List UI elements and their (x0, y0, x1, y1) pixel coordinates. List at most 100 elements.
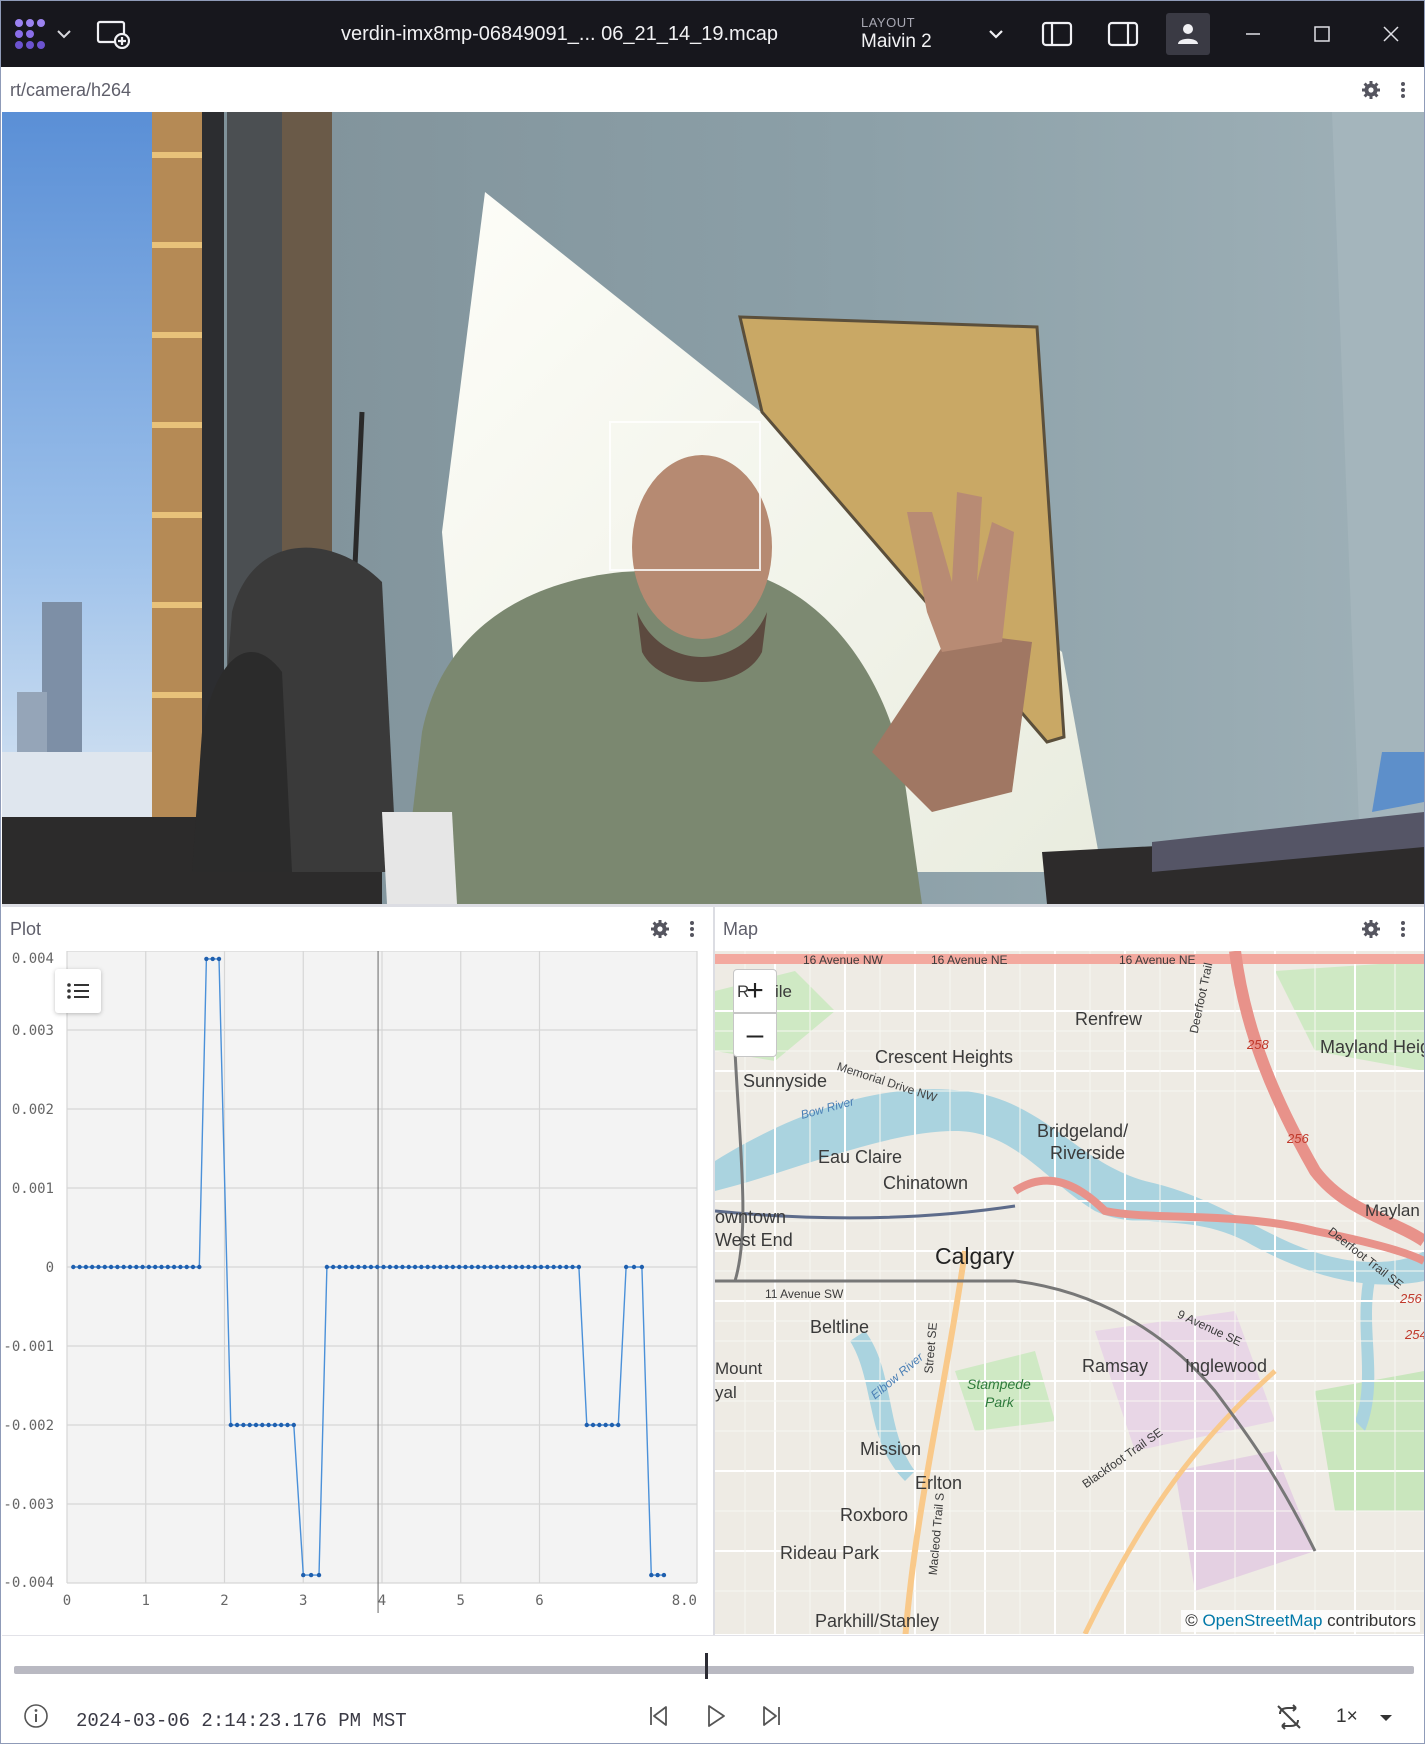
data-point (419, 1264, 424, 1270)
data-point (121, 1264, 126, 1270)
data-point (253, 1422, 259, 1428)
map-label: 16 Avenue NE (931, 953, 1008, 967)
chevron-down-icon[interactable] (55, 25, 73, 43)
data-point (96, 1264, 101, 1270)
user-icon[interactable] (1166, 13, 1210, 55)
data-point (387, 1264, 393, 1270)
map-label: 256 (1400, 1291, 1422, 1306)
x-tick-label: 0 (63, 1593, 71, 1609)
map-label: Ramsay (1082, 1356, 1149, 1376)
title-bar: verdin-imx8mp-06849091_... 06_21_14_19.m… (1, 1, 1424, 67)
data-point (538, 1264, 544, 1270)
data-point (134, 1264, 139, 1270)
y-tick-label: 0.004 (12, 951, 54, 967)
data-point (343, 1264, 348, 1270)
data-point (609, 1422, 615, 1428)
data-point (463, 1264, 468, 1270)
camera-image[interactable] (2, 112, 1424, 904)
gear-icon[interactable] (1360, 79, 1382, 101)
gear-icon[interactable] (1360, 918, 1382, 940)
y-tick-label: 0 (46, 1260, 54, 1276)
camera-topic-label: rt/camera/h264 (10, 79, 132, 100)
data-point (570, 1264, 575, 1270)
timeline-scrubber[interactable] (14, 1666, 1414, 1674)
layout-label: LAYOUT (861, 15, 916, 30)
plot-svg[interactable]: 0.004 0.003 0.002 0.001 0 -0.001 -0.002 -0.003 -… (2, 950, 713, 1634)
plot-title: Plot (10, 918, 42, 939)
map-view[interactable]: + – ile R Renfrew Mayland Heigh Crescent… (715, 951, 1424, 1634)
data-point (412, 1264, 418, 1270)
gear-icon[interactable] (649, 918, 671, 940)
data-point (482, 1264, 487, 1270)
playback-timestamp: 2024-03-06 2:14:23.176 PM MST (76, 1710, 407, 1732)
playback-speed[interactable]: 1× (1336, 1706, 1358, 1728)
data-point (83, 1264, 89, 1270)
data-point (285, 1422, 290, 1428)
file-title: verdin-imx8mp-06849091_... 06_21_14_19.m… (341, 23, 778, 45)
play-icon[interactable] (702, 1702, 730, 1730)
more-vertical-icon[interactable] (1392, 918, 1414, 940)
data-point (564, 1264, 569, 1270)
loop-off-icon[interactable] (1274, 1702, 1304, 1732)
data-point (532, 1264, 537, 1270)
layout-selector[interactable]: Maivin 2 (861, 31, 932, 53)
maximize-icon[interactable] (1300, 13, 1344, 55)
attribution-suffix: contributors (1322, 1611, 1416, 1630)
data-point (115, 1264, 120, 1270)
chevron-down-icon[interactable] (1378, 1710, 1396, 1728)
plot-chart[interactable]: 0.004 0.003 0.002 0.001 0 -0.001 -0.002 -0.003 -… (2, 950, 713, 1634)
layout-chevron-down-icon[interactable] (986, 25, 1006, 43)
data-point (507, 1264, 512, 1270)
map-label: Eau Claire (818, 1147, 903, 1167)
y-tick-label: 0.002 (12, 1102, 54, 1118)
map-label: Renfrew (1075, 1009, 1143, 1029)
data-point (475, 1264, 481, 1270)
data-point (301, 1572, 306, 1578)
timeline-playhead[interactable] (704, 1653, 708, 1679)
add-panel-icon[interactable] (91, 13, 135, 55)
data-point (108, 1264, 114, 1270)
openstreetmap-link[interactable]: OpenStreetMap (1202, 1611, 1322, 1630)
skip-forward-icon[interactable] (758, 1702, 786, 1730)
map-label: 254 (1405, 1327, 1424, 1342)
data-point (324, 1264, 330, 1270)
data-point (456, 1264, 462, 1270)
data-point (444, 1264, 449, 1270)
app-window: verdin-imx8mp-06849091_... 06_21_14_19.m… (0, 0, 1425, 1744)
app-logo-icon[interactable] (11, 15, 51, 53)
legend-list-icon[interactable] (55, 969, 101, 1013)
map-label: Chinatown (883, 1173, 969, 1193)
data-point (623, 1264, 629, 1270)
map-label: Stampede (967, 1376, 1031, 1392)
more-vertical-icon[interactable] (681, 918, 703, 940)
map-label: owntown (715, 1207, 787, 1227)
data-point (425, 1264, 430, 1270)
info-icon[interactable] (22, 1702, 50, 1730)
data-point (488, 1264, 493, 1270)
data-point (266, 1422, 271, 1428)
y-tick-label: -0.002 (3, 1418, 54, 1434)
data-point (197, 1264, 202, 1270)
data-point (631, 1264, 637, 1270)
close-icon[interactable] (1369, 13, 1413, 55)
right-sidebar-icon[interactable] (1101, 13, 1145, 55)
skip-back-icon[interactable] (644, 1702, 672, 1730)
data-point (228, 1422, 233, 1428)
data-point (272, 1422, 278, 1428)
data-point (140, 1264, 145, 1270)
more-vertical-icon[interactable] (1392, 79, 1414, 101)
data-point (469, 1264, 474, 1270)
data-point (590, 1422, 596, 1428)
map-label: Calgary (935, 1243, 1015, 1269)
data-point (400, 1264, 405, 1270)
map-label: Inglewood (1185, 1356, 1268, 1376)
minimize-icon[interactable] (1231, 13, 1275, 55)
zoom-out-button[interactable]: – (733, 1013, 777, 1057)
data-point (349, 1264, 355, 1270)
map-label: Sunnyside (743, 1071, 828, 1091)
y-tick-label: 0.001 (12, 1181, 54, 1197)
left-sidebar-icon[interactable] (1035, 13, 1079, 55)
map-label: Erlton (915, 1473, 963, 1493)
data-point (77, 1264, 82, 1270)
data-point (362, 1264, 367, 1270)
